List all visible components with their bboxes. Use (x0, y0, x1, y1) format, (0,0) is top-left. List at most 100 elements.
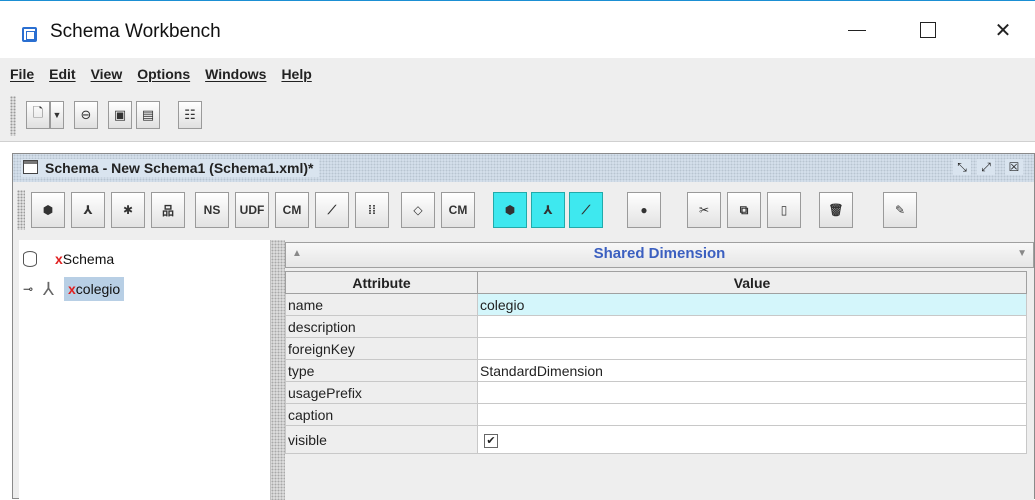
value-cell[interactable]: StandardDimension (477, 359, 1027, 382)
copy-icon: ⧉ (739, 202, 749, 217)
scroll-up-icon[interactable]: ▲ (292, 248, 302, 259)
add-virtual-measure-icon: ⟋ (581, 202, 591, 217)
attribute-cell: description (285, 315, 478, 338)
minimize-button[interactable] (834, 13, 880, 47)
add-cube-calculated-member-icon: CM (448, 203, 468, 217)
add-dimension-usage-button[interactable]: ✱ (111, 192, 145, 228)
add-hierarchy-button[interactable]: 品 (151, 192, 185, 228)
add-role-button[interactable]: ● (627, 192, 661, 228)
properties-table: Attribute Value name colegio description… (285, 271, 1027, 454)
table-row[interactable]: foreignKey (285, 337, 1027, 360)
edit-icon: ✎ (894, 203, 906, 217)
add-cube-button[interactable]: ⬢ (31, 192, 65, 228)
save-icon: ▣ (113, 107, 127, 122)
add-cube-calculated-member-button[interactable]: CM (441, 192, 475, 228)
add-calculated-member-icon: CM (282, 203, 302, 217)
attribute-cell: foreignKey (285, 337, 478, 360)
attribute-cell: visible (285, 425, 478, 454)
schema-tree[interactable]: x Schema ⊸ ⅄ xcolegio (19, 240, 271, 500)
save-as-button[interactable]: ▤ (136, 101, 160, 129)
dimension-icon: ⅄ (43, 278, 54, 299)
add-user-defined-function-icon: UDF (239, 203, 265, 217)
split-pane-divider[interactable] (271, 240, 285, 500)
open-button[interactable]: ⊖ (74, 101, 98, 129)
add-virtual-cube-button[interactable]: ⬢ (493, 192, 527, 228)
add-role-icon: ● (640, 203, 648, 217)
menu-help[interactable]: Help (281, 66, 311, 82)
delete-button[interactable]: 🗑 (819, 192, 853, 228)
table-row[interactable]: name colegio (285, 293, 1027, 316)
preferences-button[interactable]: ☷ (178, 101, 202, 129)
add-named-set-button[interactable]: NS (195, 192, 229, 228)
error-marker: x (68, 281, 76, 297)
value-cell[interactable] (477, 315, 1027, 338)
menu-file[interactable]: File (10, 66, 34, 82)
table-row[interactable]: description (285, 315, 1027, 338)
add-virtual-dimension-button[interactable]: ⅄ (531, 192, 565, 228)
add-cube-icon: ⬢ (42, 203, 54, 217)
toolbar-grip[interactable] (17, 190, 25, 230)
add-calculated-member-button[interactable]: CM (275, 192, 309, 228)
element-type-title: Shared Dimension (593, 245, 726, 262)
attribute-cell: caption (285, 403, 478, 426)
value-cell[interactable] (477, 337, 1027, 360)
add-dimension-usage-icon: ✱ (122, 203, 134, 217)
frame-close-button[interactable]: ☒ (1005, 159, 1023, 175)
maximize-icon (920, 22, 936, 38)
tree-handle-icon[interactable]: ⊸ (23, 282, 37, 296)
value-cell[interactable] (477, 381, 1027, 404)
preferences-icon: ☷ (184, 107, 196, 122)
paste-button[interactable]: ▯ (767, 192, 801, 228)
frame-maximize-button[interactable]: ⤢ (977, 159, 995, 175)
table-row[interactable]: usagePrefix (285, 381, 1027, 404)
menu-options[interactable]: Options (137, 66, 190, 82)
add-level-button[interactable]: ⁞⁞ (355, 192, 389, 228)
menu-edit[interactable]: Edit (49, 66, 75, 82)
add-dimension-button[interactable]: ⅄ (71, 192, 105, 228)
save-button[interactable]: ▣ (108, 101, 132, 129)
table-row[interactable]: caption (285, 403, 1027, 426)
maximize-icon: ⤢ (981, 159, 991, 174)
window-title: Schema Workbench (50, 21, 221, 42)
add-virtual-measure-button[interactable]: ⟋ (569, 192, 603, 228)
schema-frame-title-bar[interactable]: Schema - New Schema1 (Schema1.xml)* ⤡ ⤢ … (13, 154, 1034, 182)
cut-button[interactable]: ✂ (687, 192, 721, 228)
value-cell[interactable]: ✔ (477, 425, 1027, 454)
frame-restore-button[interactable]: ⤡ (953, 159, 971, 175)
schema-internal-frame: Schema - New Schema1 (Schema1.xml)* ⤡ ⤢ … (12, 153, 1035, 500)
attribute-cell: type (285, 359, 478, 382)
value-cell[interactable]: colegio (477, 293, 1027, 316)
tree-item-schema[interactable]: x Schema (23, 246, 114, 272)
dropdown-arrow-icon: ▼ (52, 110, 62, 120)
column-header-value[interactable]: Value (477, 271, 1027, 294)
edit-button[interactable]: ✎ (883, 192, 917, 228)
copy-button[interactable]: ⧉ (727, 192, 761, 228)
menu-view[interactable]: View (91, 66, 123, 82)
visible-checkbox[interactable]: ✔ (484, 434, 498, 448)
column-header-attribute[interactable]: Attribute (285, 271, 478, 294)
add-measure-button[interactable]: ⟋ (315, 192, 349, 228)
attribute-cell: name (285, 293, 478, 316)
new-schema-button[interactable]: 🗋 (26, 101, 50, 129)
add-user-defined-function-button[interactable]: UDF (235, 192, 269, 228)
add-property-icon: ◇ (413, 203, 423, 217)
add-level-icon: ⁞⁞ (368, 203, 376, 217)
value-cell[interactable] (477, 403, 1027, 426)
tree-item-colegio[interactable]: ⊸ ⅄ xcolegio (23, 276, 125, 302)
close-icon: ☒ (1008, 160, 1020, 174)
table-row[interactable]: visible ✔ (285, 425, 1027, 454)
add-hierarchy-icon: 品 (161, 203, 174, 218)
schema-frame-title: Schema - New Schema1 (Schema1.xml)* (21, 159, 320, 177)
schema-icon (23, 251, 37, 267)
new-dropdown-button[interactable]: ▼ (50, 101, 64, 129)
window-title-bar: Schema Workbench ✕ (0, 0, 1035, 58)
add-property-button[interactable]: ◇ (401, 192, 435, 228)
menu-windows[interactable]: Windows (205, 66, 266, 82)
close-button[interactable]: ✕ (980, 13, 1026, 47)
maximize-button[interactable] (905, 13, 951, 47)
properties-header: ▲ Shared Dimension ▼ (285, 242, 1034, 268)
table-row[interactable]: type StandardDimension (285, 359, 1027, 382)
scroll-down-icon[interactable]: ▼ (1017, 248, 1027, 259)
add-measure-icon: ⟋ (327, 202, 337, 217)
toolbar-grip[interactable] (10, 96, 16, 136)
